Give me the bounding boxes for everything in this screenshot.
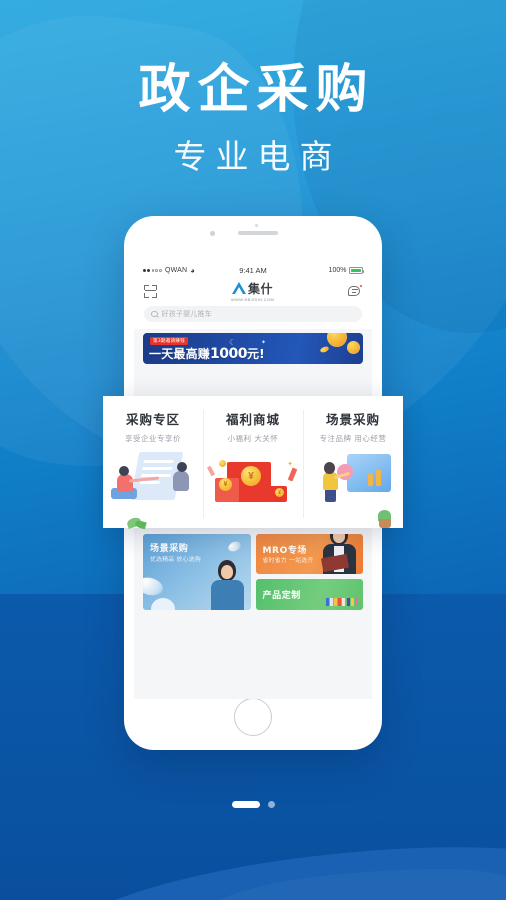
- status-bar-right: 100%: [267, 267, 365, 274]
- pagination-dot-active[interactable]: [231, 801, 260, 808]
- pagination-dot[interactable]: [267, 801, 275, 808]
- feature-card-subtitle: 省时省力 一站选齐: [262, 558, 314, 564]
- battery-percent-label: 100%: [328, 267, 347, 274]
- message-icon[interactable]: [348, 283, 363, 298]
- phone-speaker: [238, 231, 278, 235]
- overlay-card-subtitle: 小福利 大关怀: [227, 434, 279, 443]
- app-logo: 集什 WWW.NBJISHI.COM: [231, 280, 274, 303]
- signal-strength-icon: [143, 269, 162, 272]
- clock-label: 9:41 AM: [239, 266, 267, 275]
- promo-headline-number: 1000: [210, 346, 247, 362]
- wifi-icon: ◕: [190, 265, 195, 275]
- feature-left-column: 场景采购 优选精品 放心选购: [143, 534, 251, 610]
- headline-block: 政企采购 专业电商: [0, 62, 506, 178]
- person-photo: [208, 556, 248, 610]
- overlay-card-subtitle: 享受企业专享价: [125, 434, 181, 443]
- feature-grid: 场景采购 优选精品 放心选购 MRO专场 省时省力 一站选齐 产品定制: [143, 534, 363, 610]
- swirl-decor-icon: [151, 598, 175, 610]
- phone-sensor: [255, 224, 258, 227]
- feature-card-title: 产品定制: [262, 591, 301, 601]
- pagination: [0, 801, 506, 808]
- highlight-overlay: 采购专区 享受企业专享价 福利商城 小福利 大关怀 ¥ ¥ ¥ ✦ 场景采购 专…: [103, 396, 403, 530]
- phone-camera: [210, 231, 215, 236]
- logo-url: WWW.NBJISHI.COM: [230, 297, 275, 303]
- overlay-card-welfare-mall[interactable]: 福利商城 小福利 大关怀 ¥ ¥ ¥ ✦: [203, 396, 303, 528]
- red-envelope-coins-illustration: ¥ ¥ ¥ ✦: [203, 448, 303, 528]
- person-photo: [320, 534, 360, 574]
- carrier-label: QWAN: [164, 267, 188, 274]
- battery-icon: [349, 267, 365, 274]
- feature-card-subtitle: 优选精品 放心选购: [150, 557, 201, 563]
- swirl-decor-icon: [143, 575, 165, 598]
- overlay-card-title: 采购专区: [125, 412, 180, 427]
- message-bubble-shape: [348, 285, 360, 296]
- search-input[interactable]: 好孩子婴儿推车: [144, 306, 362, 322]
- color-swatches-decor: [325, 598, 358, 606]
- overlay-card-subtitle: 专注品牌 用心经营: [319, 434, 387, 443]
- overlay-card-title: 福利商城: [225, 412, 280, 427]
- promo-headline-suffix: 元!: [246, 347, 265, 361]
- search-icon: [151, 310, 158, 318]
- overlay-card-scene-purchase[interactable]: 场景采购 专注品牌 用心经营: [303, 396, 403, 528]
- search-placeholder: 好孩子婴儿推车: [161, 310, 212, 318]
- two-people-board-illustration: [103, 448, 203, 530]
- feature-card-title: 场景采购: [150, 544, 189, 554]
- app-nav-bar: 集什 WWW.NBJISHI.COM: [134, 278, 372, 304]
- coin-icon: [327, 333, 347, 347]
- page-subtitle: 专业电商: [173, 137, 342, 177]
- promo-banner[interactable]: ☾ ✦ 第3期邀请赚钱 一天最高赚1000元!: [143, 333, 363, 364]
- overlay-card-title: 场景采购: [325, 412, 380, 427]
- promo-headline-prefix: 一天最高赚: [149, 347, 211, 361]
- feature-right-column: MRO专场 省时省力 一站选齐 产品定制: [255, 534, 363, 610]
- overlay-card-purchase-zone[interactable]: 采购专区 享受企业专享价: [103, 396, 203, 530]
- coin-icon: [319, 345, 330, 354]
- promo-banner-section: ☾ ✦ 第3期邀请赚钱 一天最高赚1000元!: [134, 329, 372, 364]
- swirl-decor-icon: [226, 539, 242, 554]
- feature-card-scene-purchase[interactable]: 场景采购 优选精品 放心选购: [143, 534, 251, 610]
- coin-icon: [347, 341, 360, 354]
- status-bar: QWAN ◕ 9:41 AM 100%: [134, 263, 372, 278]
- promo-headline: 一天最高赚1000元!: [149, 345, 265, 362]
- phone-home-button[interactable]: [234, 698, 272, 736]
- feature-card-product-custom[interactable]: 产品定制: [255, 579, 363, 610]
- page-title: 政企采购: [138, 60, 375, 120]
- notification-badge: [359, 283, 363, 288]
- mountain-logo-icon: [231, 282, 246, 295]
- woman-screen-illustration: [303, 448, 403, 528]
- logo-text: 集什: [247, 281, 273, 296]
- status-bar-left: QWAN ◕: [143, 267, 239, 275]
- scan-qr-icon[interactable]: [144, 284, 157, 298]
- logo-row: 集什: [231, 280, 273, 297]
- feature-card-mro[interactable]: MRO专场 省时省力 一站选齐: [255, 534, 363, 574]
- search-section: 好孩子婴儿推车: [134, 304, 372, 329]
